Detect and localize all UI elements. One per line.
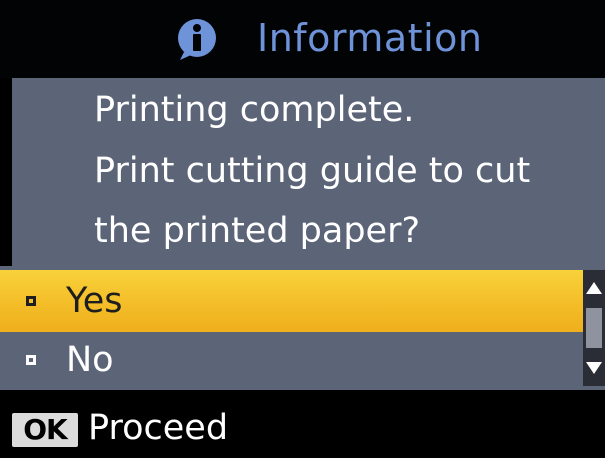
scroll-thumb[interactable] bbox=[586, 308, 602, 348]
message-panel: Printing complete. Print cutting guide t… bbox=[12, 78, 605, 266]
ok-key-icon: OK bbox=[12, 413, 78, 447]
printer-lcd-screen: Information Printing complete. Print cut… bbox=[0, 0, 605, 458]
option-label: No bbox=[66, 340, 114, 380]
proceed-label: Proceed bbox=[88, 408, 229, 448]
dialog-title: Information bbox=[257, 16, 483, 60]
scroll-up-arrow-icon[interactable] bbox=[586, 282, 602, 294]
option-marker bbox=[26, 296, 36, 306]
scrollbar[interactable] bbox=[583, 270, 605, 386]
message-line: Printing complete. bbox=[94, 90, 415, 130]
message-line: Print cutting guide to cut bbox=[94, 151, 531, 191]
message-line: the printed paper? bbox=[94, 211, 421, 251]
option-list: Yes No bbox=[0, 266, 605, 390]
title-bar: Information bbox=[0, 0, 605, 78]
info-icon bbox=[178, 19, 216, 60]
option-yes[interactable]: Yes bbox=[0, 270, 583, 332]
option-label: Yes bbox=[66, 281, 123, 321]
footer-hint: OK Proceed bbox=[0, 390, 605, 458]
scroll-down-arrow-icon[interactable] bbox=[586, 362, 602, 374]
option-no[interactable]: No bbox=[0, 332, 583, 388]
option-marker bbox=[26, 355, 36, 365]
